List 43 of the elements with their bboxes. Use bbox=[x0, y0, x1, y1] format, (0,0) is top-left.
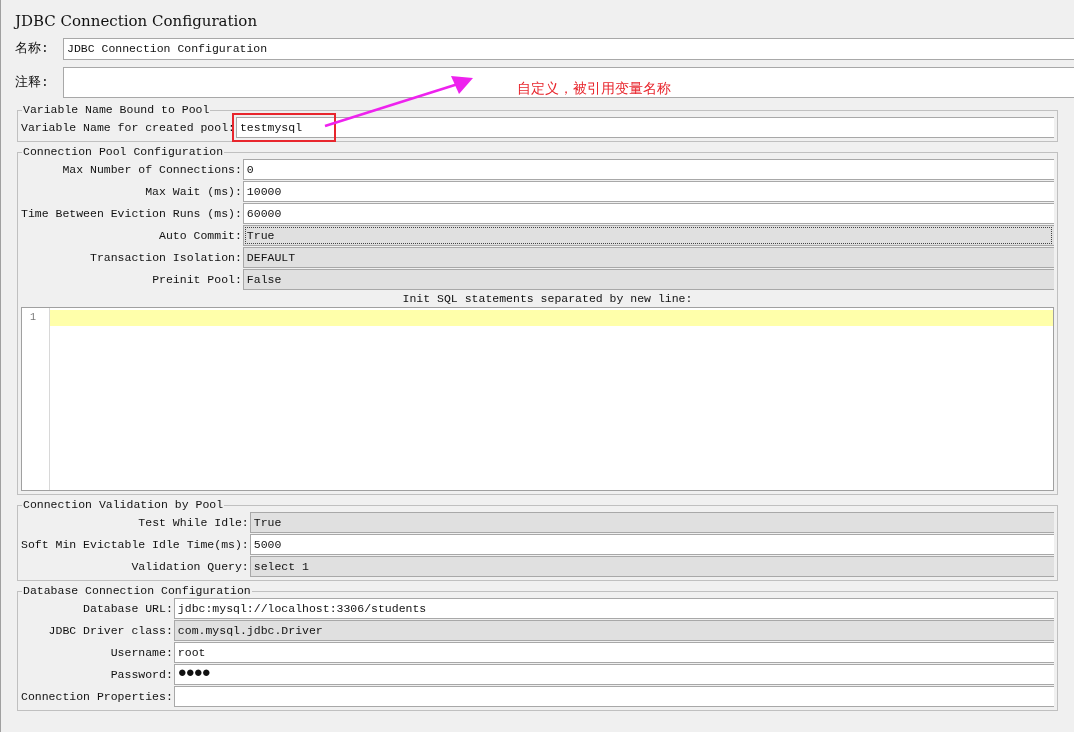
dropdown-field[interactable]: False bbox=[242, 269, 1054, 290]
editor-caption: Init SQL statements separated by new line: bbox=[401, 291, 694, 307]
field-label: Password: bbox=[109, 666, 174, 683]
field-label: Variable Name for created pool: bbox=[21, 119, 236, 136]
input-field[interactable]: 10000 bbox=[242, 181, 1054, 202]
dropdown-field[interactable]: True bbox=[242, 225, 1054, 246]
input-field[interactable]: 0 bbox=[242, 159, 1054, 180]
comment-field[interactable] bbox=[63, 67, 1074, 98]
field-label: Test While Idle: bbox=[137, 514, 250, 531]
field-label: Username: bbox=[109, 644, 174, 661]
field-label: Auto Commit: bbox=[158, 227, 243, 244]
field-label: Validation Query: bbox=[130, 558, 250, 575]
input-field[interactable]: 5000 bbox=[249, 534, 1054, 555]
input-field[interactable]: testmysql bbox=[235, 117, 1054, 138]
input-field[interactable] bbox=[173, 686, 1054, 707]
dropdown-field[interactable]: True bbox=[249, 512, 1054, 533]
dropdown-field[interactable]: com.mysql.jdbc.Driver bbox=[173, 620, 1054, 641]
input-field[interactable]: root bbox=[173, 642, 1054, 663]
field-label: Transaction Isolation: bbox=[89, 249, 243, 266]
field-label: Connection Properties: bbox=[21, 688, 174, 705]
dropdown-field[interactable]: DEFAULT bbox=[242, 247, 1054, 268]
annotation-text: 自定义，被引用变量名称 bbox=[517, 79, 671, 98]
field-label: 名称: bbox=[15, 40, 50, 59]
input-field[interactable]: JDBC Connection Configuration bbox=[63, 38, 1074, 60]
field-label: Max Number of Connections: bbox=[61, 161, 243, 178]
input-field[interactable]: jdbc:mysql://localhost:3306/students bbox=[173, 598, 1054, 619]
group-title: Connection Validation by Pool bbox=[22, 498, 225, 512]
field-label: Max Wait (ms): bbox=[144, 183, 243, 200]
panel-title: JDBC Connection Configuration bbox=[15, 11, 258, 32]
password-field[interactable]: ●●●● bbox=[173, 664, 1054, 685]
line-number: 1 bbox=[29, 311, 37, 325]
group-title: Connection Pool Configuration bbox=[22, 145, 225, 159]
group-title: Database Connection Configuration bbox=[22, 584, 252, 598]
input-field[interactable]: 60000 bbox=[242, 203, 1054, 224]
field-label: Preinit Pool: bbox=[151, 271, 243, 288]
dropdown-field[interactable]: select 1 bbox=[249, 556, 1054, 577]
code-editor[interactable]: 1 bbox=[21, 307, 1054, 491]
field-label: JDBC Driver class: bbox=[47, 622, 174, 639]
field-label: 注释: bbox=[15, 73, 50, 92]
group-title: Variable Name Bound to Pool bbox=[22, 103, 211, 117]
field-label: Time Between Eviction Runs (ms): bbox=[21, 205, 243, 222]
field-label: Soft Min Evictable Idle Time(ms): bbox=[21, 536, 250, 553]
field-label: Database URL: bbox=[82, 600, 174, 617]
